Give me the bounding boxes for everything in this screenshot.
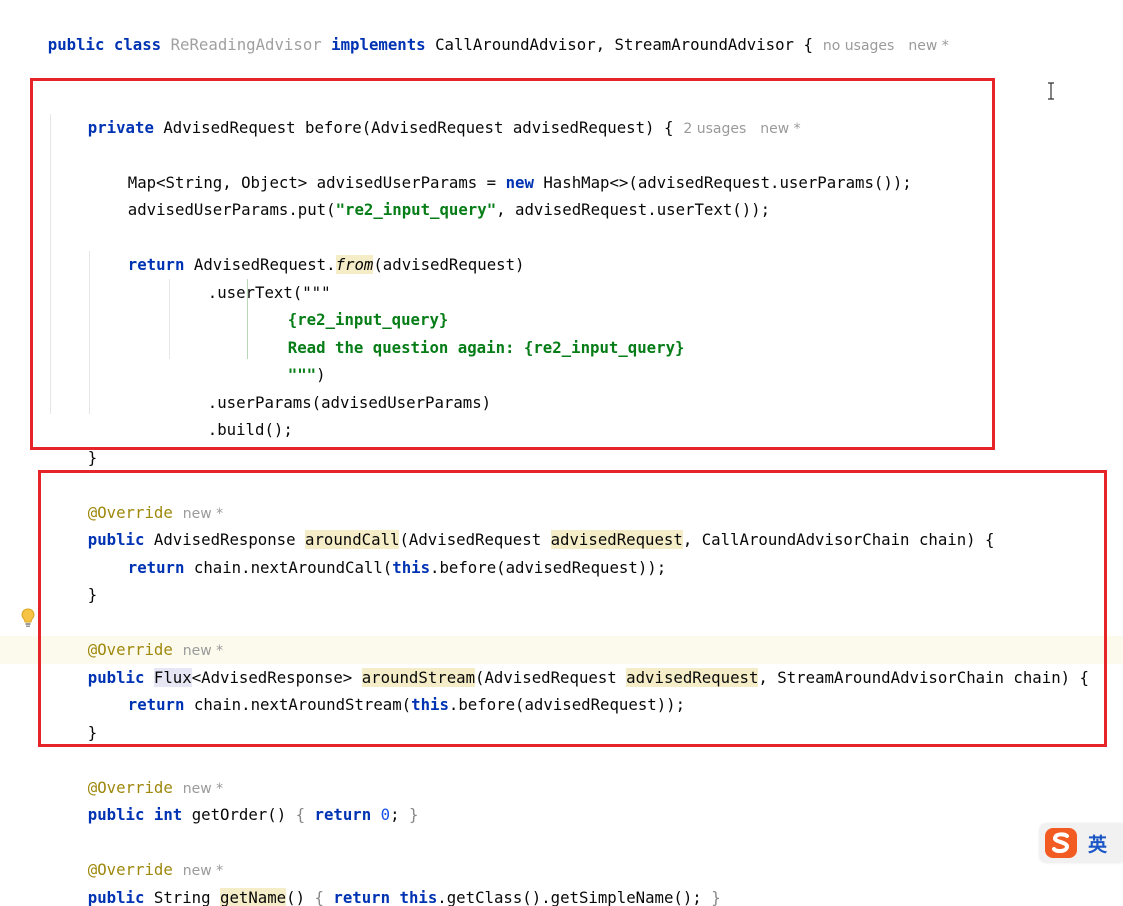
number-literal: 0 [380,805,391,824]
lightbulb-icon[interactable] [21,608,35,628]
code-line-annotation[interactable]: @Override new * [50,747,223,797]
code-line-class-close[interactable]: } [10,884,57,906]
highlight-box-around-methods [38,470,1107,747]
method-name-getorder[interactable]: getOrder() [182,805,295,824]
code-line-getname[interactable]: public String getName() { return this.ge… [50,857,721,906]
interface-call-around-advisor[interactable]: CallAroundAdvisor, [435,35,605,54]
keyword-int: int [153,805,183,824]
highlight-box-before-method [30,78,995,450]
keyword-public: public [87,888,145,906]
code-editor[interactable]: public class ReReadingAdvisor implements… [0,0,1123,906]
code-text: ; [390,805,400,824]
code-line-class-declaration[interactable]: public class ReReadingAdvisor implements… [10,4,949,54]
close-brace: } [87,448,98,467]
folded-brace[interactable]: } [409,805,418,824]
keyword-public: public [87,805,145,824]
folded-brace[interactable]: { [314,888,323,906]
keyword-public: public [47,35,105,54]
keyword-return: return [333,888,391,906]
return-type[interactable]: String [144,888,220,906]
method-name-getname[interactable]: getName [220,888,287,906]
ime-status-bar[interactable]: 英 [1040,824,1123,862]
folded-brace[interactable]: } [711,888,720,906]
folded-brace[interactable]: { [296,805,305,824]
class-name[interactable]: ReReadingAdvisor [171,35,322,54]
text-cursor-icon [1048,82,1054,100]
code-text: .getClass().getSimpleName(); [437,888,702,906]
code-text: () [286,888,315,906]
code-line-annotation[interactable]: @Override new * [50,829,223,879]
ime-mode-label[interactable]: 英 [1088,830,1107,857]
keyword-return: return [314,805,372,824]
interface-stream-around-advisor[interactable]: StreamAroundAdvisor { [615,35,813,54]
keyword-implements: implements [331,35,426,54]
keyword-this: this [399,888,438,906]
usages-hint[interactable]: no usages [823,38,894,54]
code-line-getorder[interactable]: public int getOrder() { return 0; } [50,774,419,824]
author-hint[interactable]: new * [908,38,948,54]
sogou-logo-icon [1045,828,1077,858]
keyword-class: class [113,35,162,54]
